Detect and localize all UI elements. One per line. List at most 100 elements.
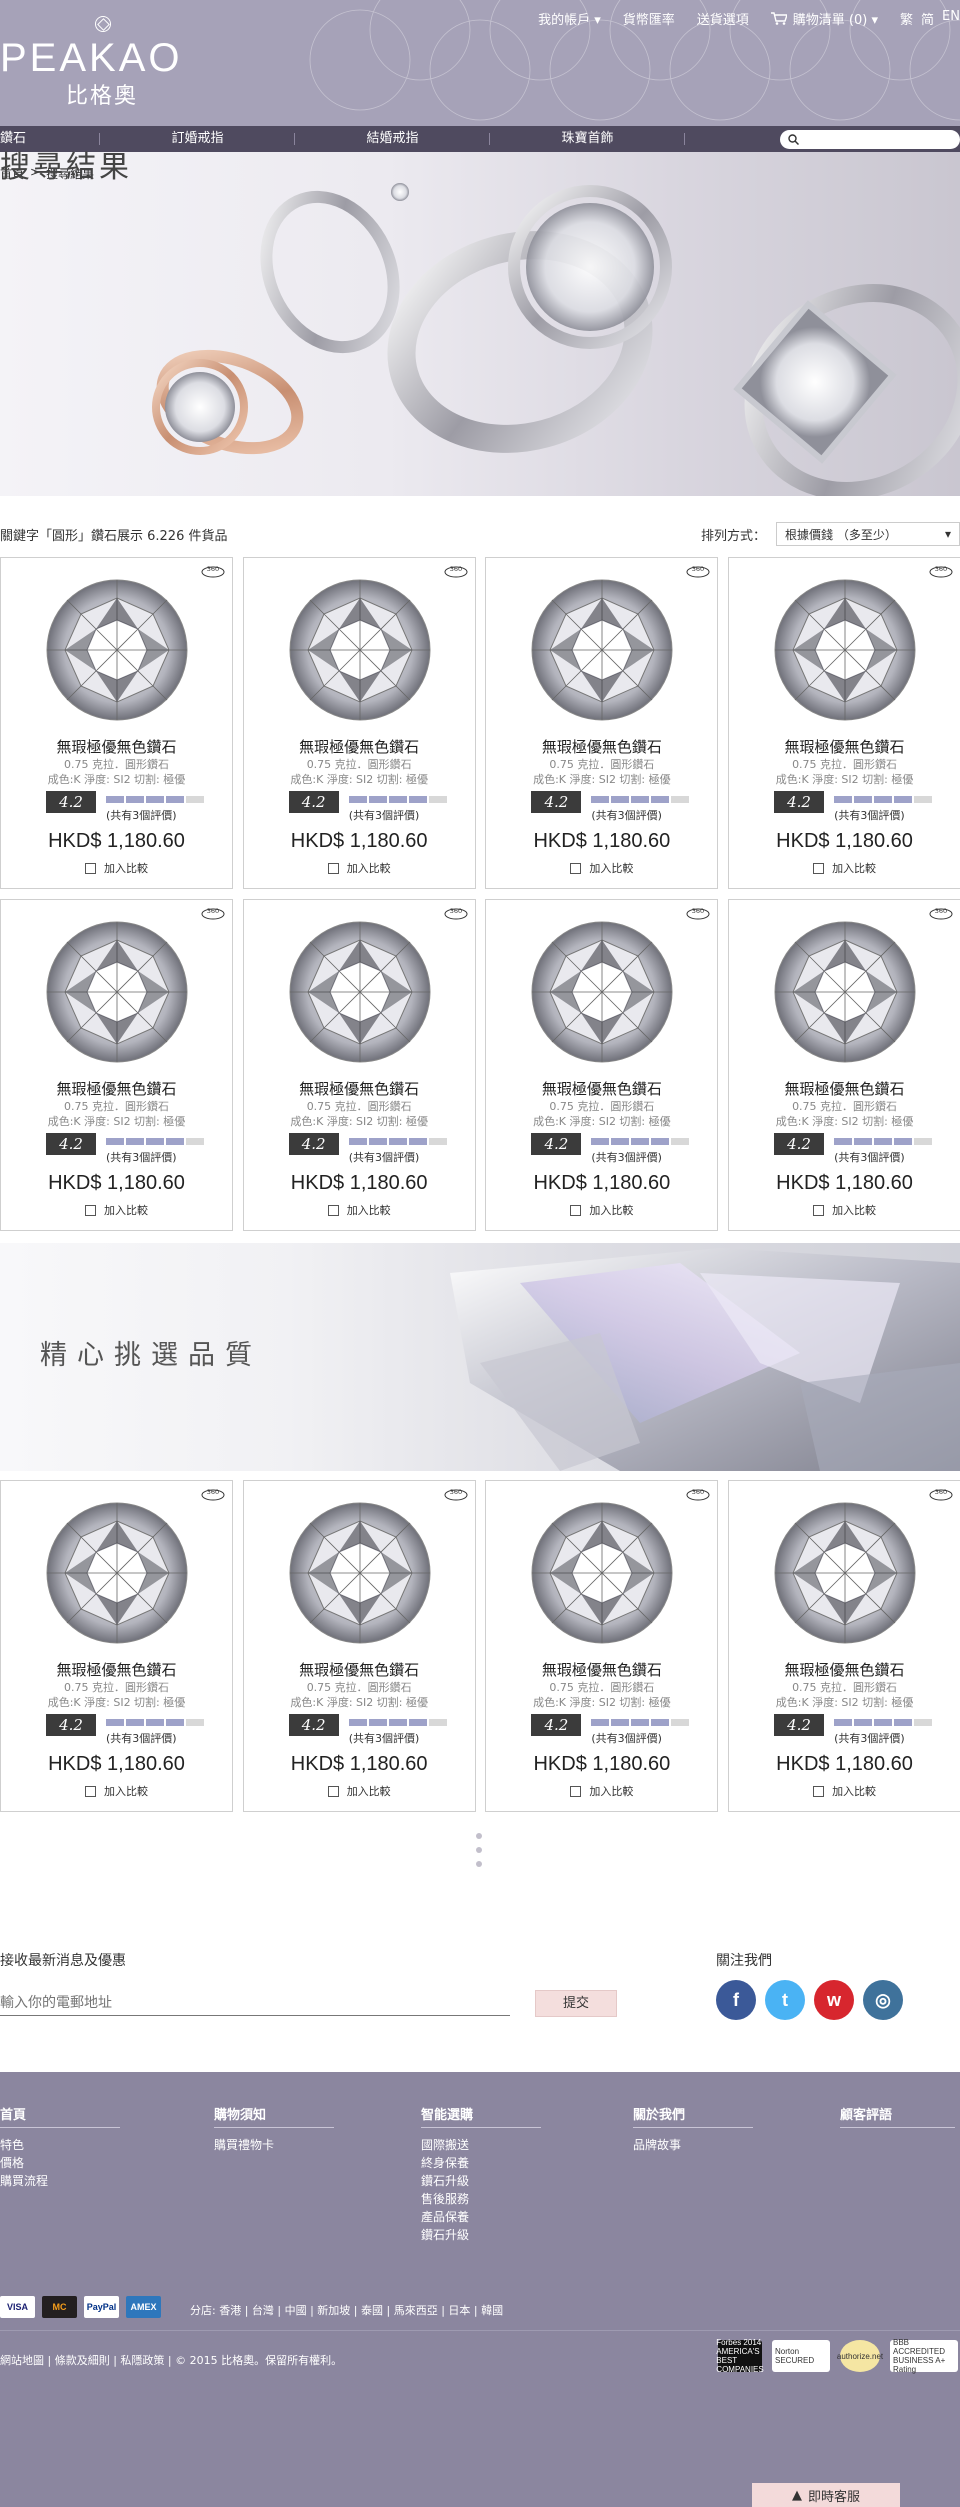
review-count[interactable]: (共有3個評價) [591, 1149, 662, 1165]
instagram-icon[interactable]: ◎ [863, 1980, 903, 2020]
my-account-link[interactable]: 我的帳戶 ▾ [538, 9, 601, 28]
footer-link[interactable]: 價格 [0, 2154, 120, 2172]
product-card[interactable]: 360 無瑕極優無色鑽石 0.75 克拉．圓形鑽石 成色:K 淨度: SI2 切… [728, 899, 960, 1231]
footer-link[interactable]: 購買流程 [0, 2172, 120, 2190]
page-dot[interactable] [476, 1833, 482, 1839]
compare-toggle[interactable]: 加入比較 [486, 860, 717, 876]
360-view-icon[interactable]: 360 [444, 564, 468, 578]
compare-checkbox[interactable] [85, 1204, 96, 1216]
facebook-icon[interactable]: f [716, 1980, 756, 2020]
compare-checkbox[interactable] [327, 1204, 339, 1216]
lang-english[interactable]: EN [942, 9, 960, 28]
lang-traditional[interactable]: 繁 [900, 9, 913, 28]
footer-link[interactable]: 品牌故事 [633, 2136, 753, 2154]
compare-checkbox[interactable] [85, 862, 96, 874]
nav-wedding-rings[interactable]: 結婚戒指 [295, 126, 490, 152]
compare-checkbox[interactable] [813, 862, 825, 874]
compare-toggle[interactable]: 加入比較 [244, 860, 475, 876]
compare-toggle[interactable]: 加入比較 [486, 1783, 717, 1799]
product-card[interactable]: 360 無瑕極優無色鑽石 0.75 克拉．圓形鑽石 成色:K 淨度: SI2 切… [0, 899, 233, 1231]
compare-toggle[interactable]: 加入比較 [729, 1783, 960, 1799]
review-count[interactable]: (共有3個評價) [834, 1149, 905, 1165]
footer-heading[interactable]: 首頁 [0, 2104, 120, 2128]
footer-link[interactable]: 售後服務 [421, 2190, 541, 2208]
360-view-icon[interactable]: 360 [444, 1487, 468, 1501]
review-count[interactable]: (共有3個評價) [834, 807, 905, 823]
360-view-icon[interactable]: 360 [201, 1487, 225, 1501]
diamond-image[interactable] [43, 576, 191, 724]
compare-checkbox[interactable] [813, 1204, 825, 1216]
footer-heading[interactable]: 購物須知 [214, 2104, 334, 2128]
compare-toggle[interactable]: 加入比較 [1, 1783, 232, 1799]
diamond-image[interactable] [771, 918, 919, 1066]
compare-checkbox[interactable] [570, 862, 582, 874]
email-field[interactable] [0, 1988, 510, 2016]
review-count[interactable]: (共有3個評價) [349, 807, 420, 823]
product-card[interactable]: 360 無瑕極優無色鑽石 0.75 克拉．圓形鑽石 成色:K 淨度: SI2 切… [485, 899, 719, 1231]
product-name[interactable]: 無瑕極優無色鑽石 [1, 1078, 232, 1099]
compare-checkbox[interactable] [570, 1785, 582, 1797]
submit-button[interactable]: 提交 [535, 1990, 617, 2017]
review-count[interactable]: (共有3個評價) [834, 1730, 905, 1746]
page-dot[interactable] [476, 1861, 482, 1867]
compare-checkbox[interactable] [327, 1785, 339, 1797]
compare-toggle[interactable]: 加入比較 [486, 1202, 717, 1218]
360-view-icon[interactable]: 360 [444, 906, 468, 920]
shipping-link[interactable]: 送貨選項 [697, 9, 749, 28]
product-name[interactable]: 無瑕極優無色鑽石 [729, 1659, 960, 1680]
product-card[interactable]: 360 無瑕極優無色鑽石 0.75 克拉．圓形鑽石 成色:K 淨度: SI2 切… [242, 1480, 476, 1812]
review-count[interactable]: (共有3個評價) [349, 1149, 420, 1165]
product-name[interactable]: 無瑕極優無色鑽石 [244, 1078, 475, 1099]
diamond-image[interactable] [43, 1499, 191, 1647]
product-card[interactable]: 360 無瑕極優無色鑽石 0.75 克拉．圓形鑽石 成色:K 淨度: SI2 切… [485, 557, 719, 889]
search-input[interactable] [803, 131, 953, 148]
footer-link[interactable]: 鑽石升級 [421, 2172, 541, 2190]
review-count[interactable]: (共有3個評價) [349, 1730, 420, 1746]
compare-checkbox[interactable] [85, 1785, 96, 1797]
review-count[interactable]: (共有3個評價) [106, 1730, 177, 1746]
product-name[interactable]: 無瑕極優無色鑽石 [244, 736, 475, 757]
compare-toggle[interactable]: 加入比較 [729, 1202, 960, 1218]
footer-link[interactable]: 購買禮物卡 [214, 2136, 334, 2154]
360-view-icon[interactable]: 360 [686, 564, 710, 578]
diamond-image[interactable] [771, 1499, 919, 1647]
product-card[interactable]: 360 無瑕極優無色鑽石 0.75 克拉．圓形鑽石 成色:K 淨度: SI2 切… [728, 1480, 960, 1812]
product-name[interactable]: 無瑕極優無色鑽石 [486, 736, 717, 757]
360-view-icon[interactable]: 360 [929, 564, 953, 578]
diamond-image[interactable] [286, 576, 434, 724]
review-count[interactable]: (共有3個評價) [591, 807, 662, 823]
footer-link[interactable]: 產品保養 [421, 2208, 541, 2226]
compare-toggle[interactable]: 加入比較 [1, 1202, 232, 1218]
footer-link[interactable]: 終身保養 [421, 2154, 541, 2172]
product-card[interactable]: 360 無瑕極優無色鑽石 0.75 克拉．圓形鑽石 成色:K 淨度: SI2 切… [0, 1480, 233, 1812]
product-name[interactable]: 無瑕極優無色鑽石 [486, 1078, 717, 1099]
compare-checkbox[interactable] [813, 1785, 825, 1797]
review-count[interactable]: (共有3個評價) [591, 1730, 662, 1746]
diamond-image[interactable] [528, 576, 676, 724]
product-name[interactable]: 無瑕極優無色鑽石 [729, 736, 960, 757]
search-icon[interactable] [788, 134, 799, 145]
footer-heading[interactable]: 關於我們 [633, 2104, 753, 2128]
product-name[interactable]: 無瑕極優無色鑽石 [486, 1659, 717, 1680]
diamond-image[interactable] [286, 918, 434, 1066]
360-view-icon[interactable]: 360 [929, 1487, 953, 1501]
360-view-icon[interactable]: 360 [686, 906, 710, 920]
product-card[interactable]: 360 無瑕極優無色鑽石 0.75 克拉．圓形鑽石 成色:K 淨度: SI2 切… [728, 557, 960, 889]
diamond-image[interactable] [286, 1499, 434, 1647]
product-name[interactable]: 無瑕極優無色鑽石 [729, 1078, 960, 1099]
weibo-icon[interactable]: w [814, 1980, 854, 2020]
compare-checkbox[interactable] [327, 862, 339, 874]
diamond-image[interactable] [528, 918, 676, 1066]
twitter-icon[interactable]: t [765, 1980, 805, 2020]
review-count[interactable]: (共有3個評價) [106, 807, 177, 823]
compare-checkbox[interactable] [570, 1204, 582, 1216]
compare-toggle[interactable]: 加入比較 [729, 860, 960, 876]
compare-toggle[interactable]: 加入比較 [244, 1783, 475, 1799]
lang-simplified[interactable]: 简 [921, 9, 934, 28]
page-dot[interactable] [476, 1847, 482, 1853]
footer-link[interactable]: 鑽石升級 [421, 2226, 541, 2244]
currency-link[interactable]: 貨幣匯率 [623, 9, 675, 28]
product-card[interactable]: 360 無瑕極優無色鑽石 0.75 克拉．圓形鑽石 成色:K 淨度: SI2 切… [0, 557, 233, 889]
cart-link[interactable]: 購物清單 (0) ▾ [770, 9, 878, 28]
360-view-icon[interactable]: 360 [929, 906, 953, 920]
